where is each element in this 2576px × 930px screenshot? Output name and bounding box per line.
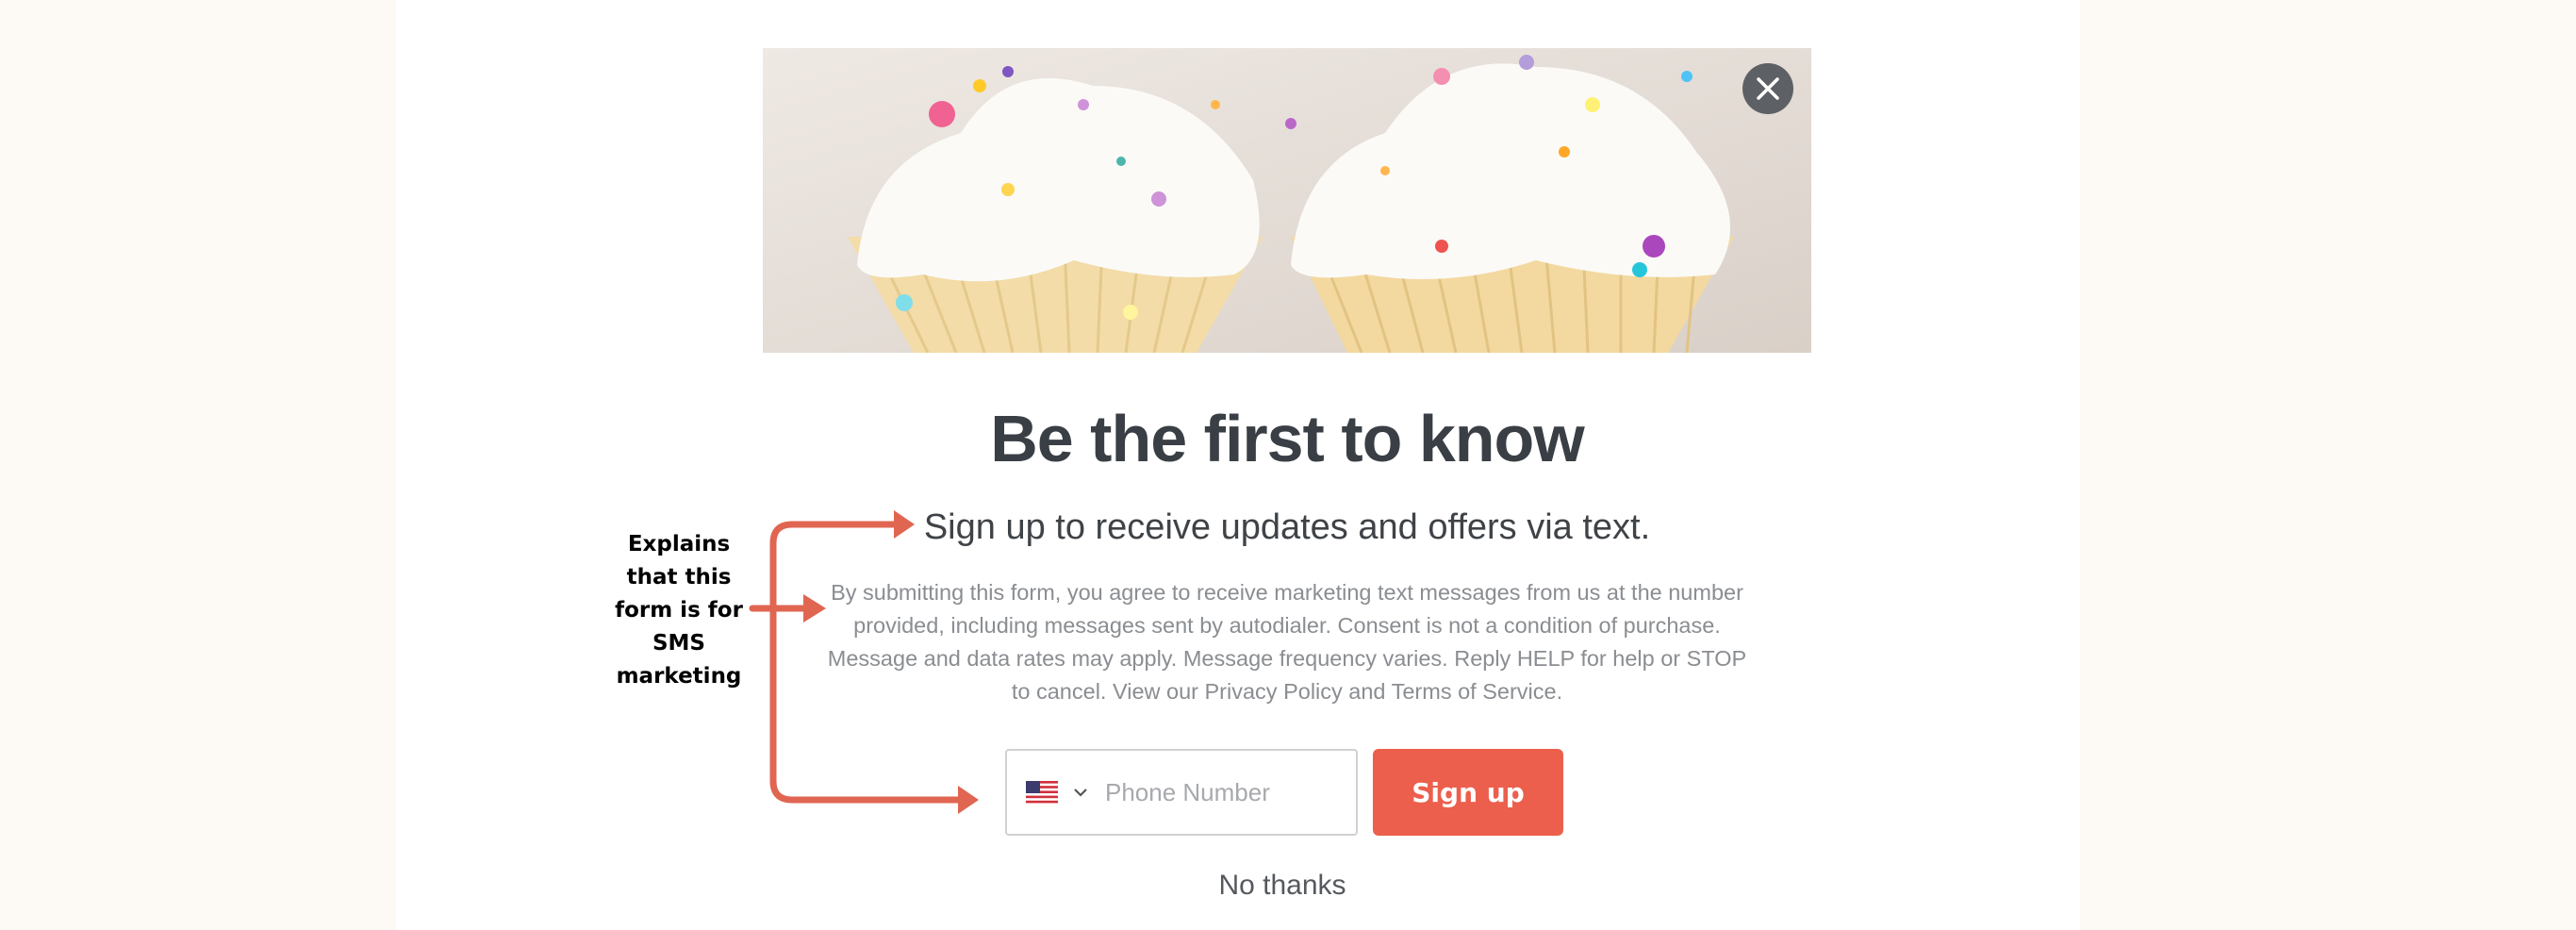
annotation-line: SMS [652, 631, 706, 656]
annotation-arrows [749, 510, 979, 814]
annotation-text: Explains that this form is for SMS marke… [603, 528, 754, 693]
annotation-line: Explains [627, 532, 731, 556]
annotation-line: that this [626, 565, 732, 590]
annotation-line: form is for [615, 598, 743, 623]
annotation-line: marketing [616, 664, 742, 689]
